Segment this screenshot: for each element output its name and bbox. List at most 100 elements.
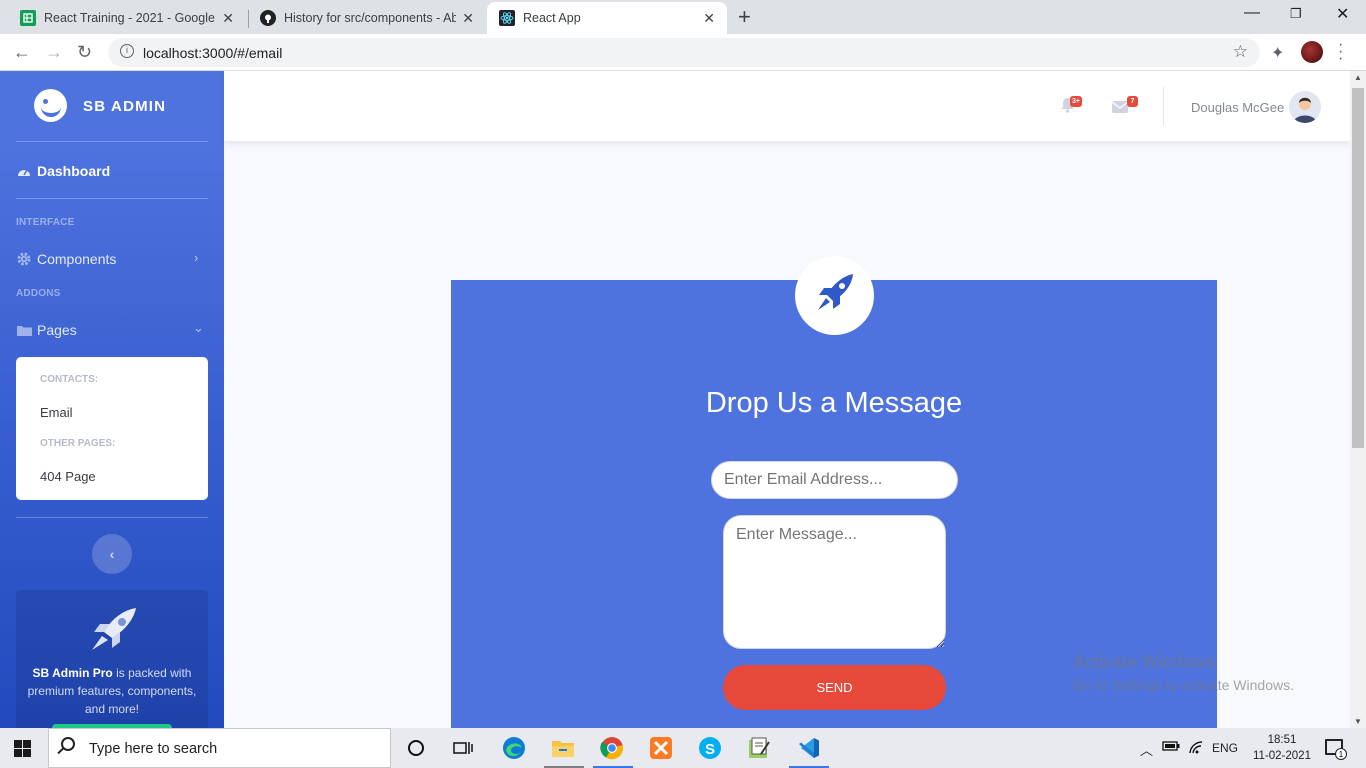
promo-title: SB Admin Pro [32,666,113,680]
browser-toolbar: ← → ↻ i localhost:3000/#/email ☆ ✦ [0,34,1366,71]
tray-chevron-up-icon[interactable]: ︿ [1140,740,1153,759]
notification-count-badge: 1 [1335,748,1347,760]
rocket-badge [795,256,874,335]
url-text[interactable]: localhost:3000/#/email [143,45,282,61]
sidebar-heading-interface: INTERFACE [16,217,75,228]
search-placeholder: Type here to search [89,741,218,757]
alerts-counter-badge: 3+ [1070,96,1082,107]
chevron-right-icon: › [194,250,199,265]
sidebar: SB ADMIN Dashboard INTERFACE Components … [0,71,224,728]
user-avatar[interactable] [1289,91,1321,123]
system-clock[interactable]: 18:51 11-02-2021 [1253,732,1311,764]
sidebar-item-label: Pages [37,322,77,338]
form-title: Drop Us a Message [705,387,963,419]
battery-icon[interactable] [1162,740,1180,755]
address-bar[interactable]: i localhost:3000/#/email ☆ [108,38,1260,67]
tab-title: History for src/components - Abi [284,11,457,25]
google-sheets-icon [20,10,36,26]
cortana-icon[interactable] [403,736,429,760]
tab-react-training[interactable]: React Training - 2021 - Google Sh ✕ [8,2,246,34]
notepad-icon[interactable] [746,736,772,760]
scroll-down-arrow-icon[interactable]: ▼ [1354,717,1362,726]
watermark-subtitle: Go to Settings to activate Windows. [1073,677,1294,693]
topbar-divider [1163,87,1164,125]
edge-icon[interactable] [501,736,527,760]
folder-icon [16,323,32,337]
clock-date: 11-02-2021 [1253,750,1311,762]
send-button[interactable]: SEND [723,665,946,710]
reload-icon[interactable]: ↻ [77,42,92,63]
tab-github-history[interactable]: History for src/components - Abi ✕ [248,2,486,34]
activate-windows-watermark: Activate Windows Go to Settings to activ… [1073,652,1294,693]
sidebar-divider [16,141,208,142]
wifi-icon[interactable] [1188,740,1204,757]
tab-title: React Training - 2021 - Google Sh [44,11,217,25]
tachometer-icon [16,164,32,178]
windows-start-icon[interactable] [14,740,31,757]
sidebar-promo-card: SB Admin Pro is packed with premium feat… [16,590,208,728]
sidebar-item-pages[interactable]: Pages [16,322,77,338]
submenu-item-404[interactable]: 404 Page [40,469,96,484]
email-input[interactable] [711,461,958,499]
browser-tab-bar: React Training - 2021 - Google Sh ✕ Hist… [0,0,1366,34]
envelope-icon[interactable] [1111,100,1129,117]
sidebar-item-label: Components [37,251,117,267]
forward-arrow-icon[interactable]: → [45,42,63,63]
scroll-up-arrow-icon[interactable]: ▲ [1354,73,1362,82]
svg-text:S: S [705,741,715,758]
promo-text: SB Admin Pro is packed with premium feat… [26,664,198,718]
clock-time: 18:51 [1267,734,1297,746]
windows-taskbar: Type here to search S ︿ ENG 18:51 11-02-… [0,728,1366,768]
file-explorer-icon[interactable] [550,736,576,760]
sidebar-divider [16,198,208,199]
vscode-icon[interactable] [796,736,822,760]
watermark-title: Activate Windows [1073,652,1216,672]
close-tab-icon[interactable]: ✕ [462,10,474,27]
messages-counter-badge: 7 [1127,96,1138,107]
message-textarea[interactable] [723,515,946,649]
language-indicator[interactable]: ENG [1212,741,1238,755]
sidebar-divider [16,517,208,518]
task-view-icon[interactable] [450,736,476,760]
sidebar-item-dashboard[interactable]: Dashboard [16,163,110,179]
submenu-heading-contacts: CONTACTS: [40,374,99,385]
laugh-wink-icon [34,89,67,122]
page-content: SB ADMIN Dashboard INTERFACE Components … [0,71,1350,728]
github-icon [260,10,276,26]
close-tab-icon[interactable]: ✕ [222,10,234,27]
rocket-illustration-icon [84,604,142,661]
close-window-button[interactable]: ✕ [1336,4,1349,24]
close-tab-icon[interactable]: ✕ [703,10,715,27]
rocket-icon [813,271,857,320]
bookmark-star-icon[interactable]: ☆ [1233,42,1248,62]
brand-title: SB ADMIN [83,98,167,115]
sidebar-toggle-button[interactable]: ‹ [92,534,132,574]
back-arrow-icon[interactable]: ← [13,42,31,63]
submenu-heading-other: OTHER PAGES: [40,438,116,449]
extensions-icon[interactable]: ✦ [1271,43,1284,63]
restore-window-button[interactable]: ❐ [1290,6,1302,22]
profile-avatar[interactable] [1301,41,1323,63]
sidebar-item-components[interactable]: Components [16,251,116,267]
sidebar-brand[interactable]: SB ADMIN [0,71,224,141]
gear-icon [16,252,32,266]
search-icon [61,737,75,751]
chevron-down-icon: ⌄ [193,320,204,335]
minimize-window-button[interactable]: — [1244,4,1260,22]
page-scrollbar[interactable]: ▲ ▼ [1350,71,1366,728]
chrome-icon[interactable] [599,736,625,760]
skype-icon[interactable]: S [697,736,723,760]
react-icon [499,10,515,26]
submenu-item-email[interactable]: Email [40,405,73,420]
tab-react-app[interactable]: React App ✕ [487,2,727,34]
sidebar-item-label: Dashboard [37,163,111,179]
xampp-icon[interactable] [648,736,674,760]
scrollbar-thumb[interactable] [1352,88,1364,448]
taskbar-search-box[interactable]: Type here to search [48,728,391,768]
new-tab-button[interactable]: + [738,4,751,30]
site-info-icon[interactable]: i [120,44,134,58]
browser-menu-icon[interactable]: · · · [1338,37,1343,67]
pages-submenu: CONTACTS: Email OTHER PAGES: 404 Page [16,357,208,500]
user-name[interactable]: Douglas McGee [1191,100,1284,115]
tab-title: React App [523,11,581,25]
